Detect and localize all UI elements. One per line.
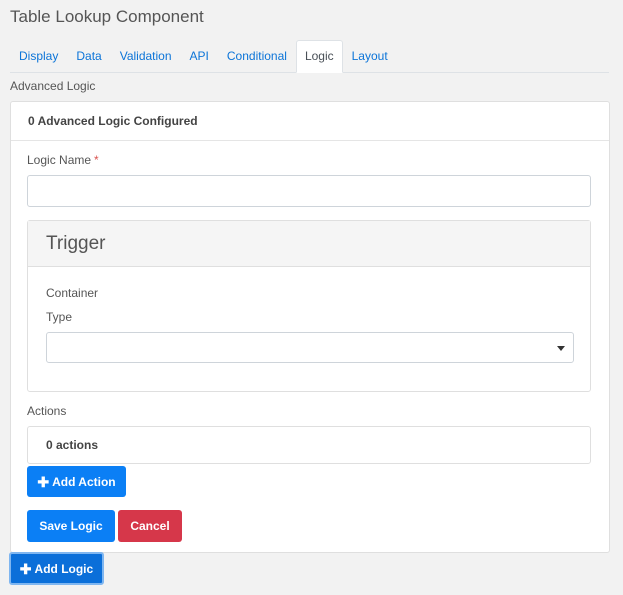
dialog-title: Table Lookup Component: [10, 7, 204, 26]
actions-summary: 0 actions: [27, 426, 591, 464]
trigger-panel: Trigger Container Type: [27, 220, 591, 392]
logic-name-label: Logic Name *: [27, 153, 99, 167]
tab-display[interactable]: Display: [10, 40, 67, 72]
add-logic-label: Add Logic: [34, 561, 94, 576]
cancel-button[interactable]: Cancel: [118, 510, 182, 542]
section-label-advanced-logic: Advanced Logic: [10, 79, 96, 93]
add-action-button[interactable]: ✚ Add Action: [27, 466, 126, 497]
save-logic-button[interactable]: Save Logic: [27, 510, 115, 542]
trigger-title: Trigger: [28, 221, 590, 267]
required-marker: *: [94, 153, 99, 167]
add-logic-button[interactable]: ✚ Add Logic: [9, 552, 104, 585]
tab-api[interactable]: API: [181, 40, 218, 72]
logic-count-header: 0 Advanced Logic Configured: [11, 102, 609, 141]
tab-logic[interactable]: Logic: [295, 40, 343, 73]
container-label: Container: [46, 286, 99, 300]
type-select[interactable]: [46, 332, 574, 363]
page: Table Lookup Component Display Data Vali…: [0, 0, 623, 595]
tab-data[interactable]: Data: [67, 40, 110, 72]
add-action-label: Add Action: [52, 474, 116, 489]
advanced-logic-card: 0 Advanced Logic Configured Logic Name * …: [10, 101, 610, 553]
tab-layout[interactable]: Layout: [343, 40, 397, 72]
tab-conditional[interactable]: Conditional: [218, 40, 296, 72]
logic-name-input[interactable]: [27, 175, 591, 207]
caret-down-icon: [557, 346, 565, 351]
type-label: Type: [46, 310, 73, 324]
tab-bar: Display Data Validation API Conditional …: [10, 40, 609, 73]
tab-validation[interactable]: Validation: [111, 40, 181, 72]
logic-name-label-text: Logic Name: [27, 153, 92, 167]
plus-icon: ✚: [37, 473, 50, 490]
plus-icon: ✚: [19, 560, 32, 577]
actions-label: Actions: [27, 404, 67, 418]
